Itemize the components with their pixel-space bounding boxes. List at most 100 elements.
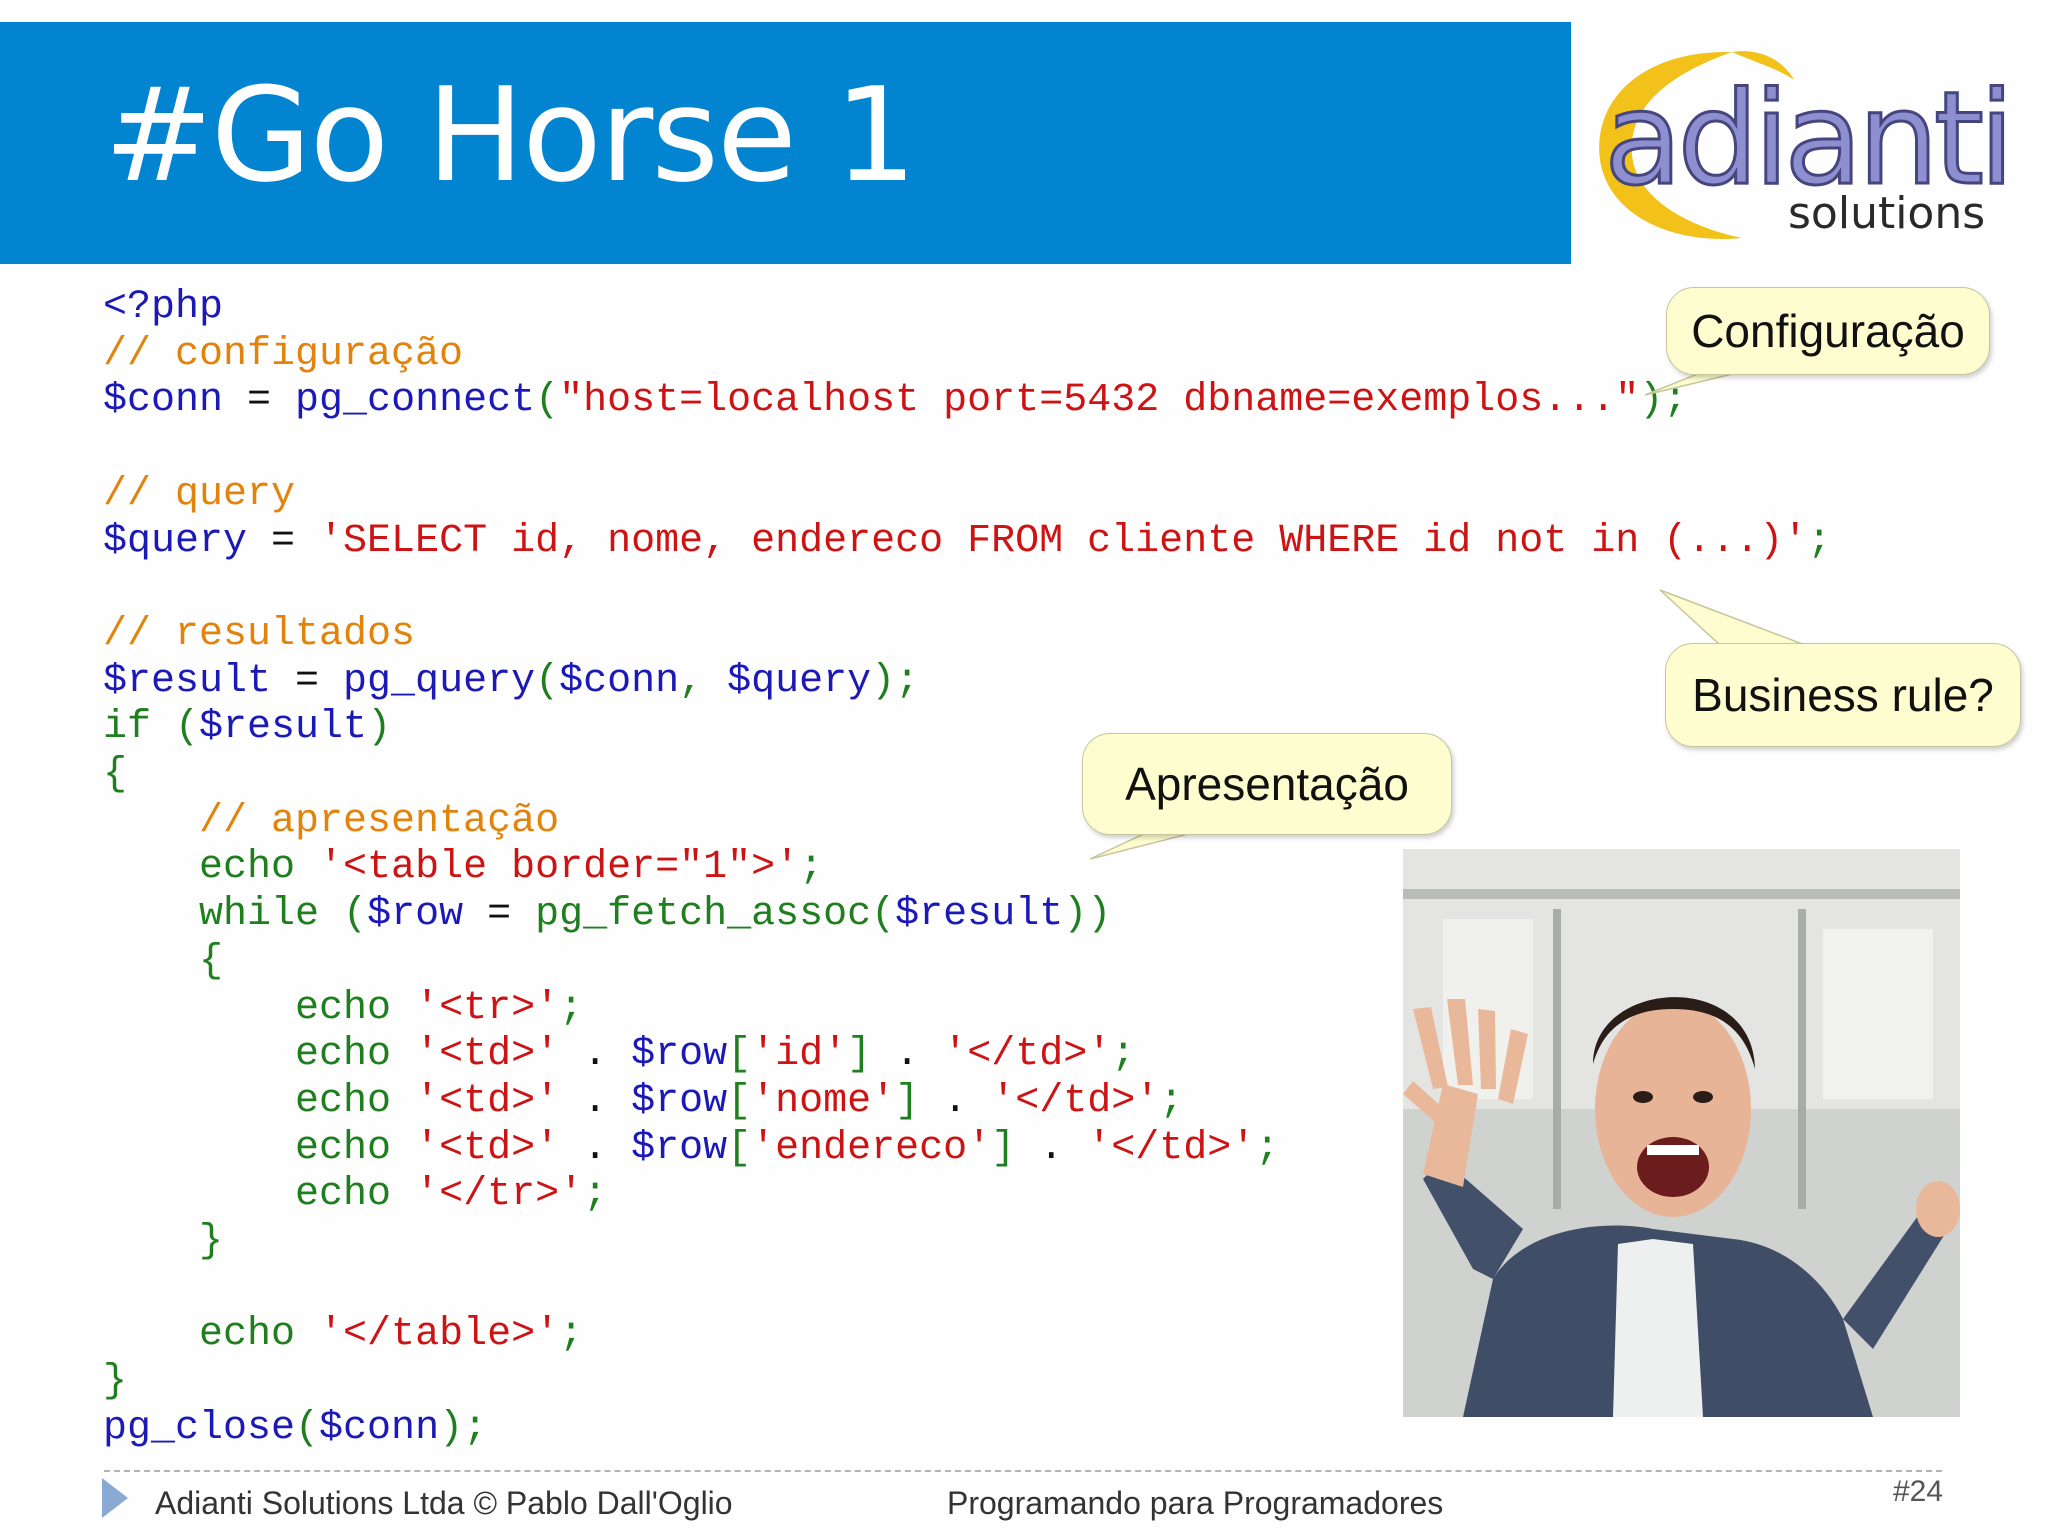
meme-photo	[1403, 849, 1960, 1417]
code-token: =	[271, 658, 344, 704]
code-token: (	[295, 1405, 320, 1451]
slide-title: #Go Horse 1	[104, 59, 917, 211]
code-token: [	[727, 1078, 752, 1124]
code-token: while	[199, 892, 320, 938]
footer-divider	[104, 1470, 1942, 1472]
code-token: 'endereco'	[751, 1125, 992, 1171]
code-token: '</td>'	[943, 1032, 1112, 1078]
code-token: '<td>'	[415, 1032, 560, 1078]
logo-wordmark: adianti	[1603, 65, 2017, 214]
footer-copyright: Adianti Solutions Ltda © Pablo Dall'Ogli…	[155, 1485, 733, 1521]
footer-arrow-icon	[102, 1478, 128, 1518]
code-token: ]	[895, 1078, 920, 1124]
code-token: if	[103, 705, 152, 751]
code-token: .	[919, 1078, 992, 1124]
code-token: '<table border="1">'	[319, 845, 800, 891]
code-token: ;	[1111, 1032, 1136, 1078]
code-token: $query	[103, 518, 248, 564]
code-token: .	[559, 1032, 632, 1078]
code-token: .	[871, 1032, 944, 1078]
code-token: pg_connect	[295, 378, 536, 424]
code-token: ,	[679, 658, 728, 704]
code-comment: // apresentação	[199, 798, 560, 844]
code-token: )	[367, 705, 392, 751]
callout-configuration: Configuração	[1666, 287, 1990, 375]
code-token: [	[727, 1125, 752, 1171]
code-token: $result	[199, 705, 368, 751]
callout-business-rule: Business rule?	[1665, 643, 2021, 747]
code-token: );	[871, 658, 920, 704]
code-comment: // query	[103, 471, 296, 517]
code-token: ]	[991, 1125, 1016, 1171]
page-number: #24	[1893, 1475, 1944, 1508]
code-token: echo	[295, 1032, 392, 1078]
code-token: (	[535, 658, 560, 704]
code-token: =	[247, 518, 320, 564]
code-token: echo	[295, 1172, 392, 1218]
code-comment: // resultados	[103, 611, 416, 657]
code-token: ;	[1159, 1078, 1184, 1124]
footer-course-title: Programando para Programadores	[947, 1485, 1444, 1521]
code-token: ))	[1063, 892, 1112, 938]
code-token: echo	[295, 1078, 392, 1124]
code-token: '<td>'	[415, 1125, 560, 1171]
code-token: $conn	[559, 658, 680, 704]
company-logo: adianti solutions	[1582, 40, 2022, 255]
code-token: '</td>'	[1087, 1125, 1256, 1171]
logo-subtitle: solutions	[1788, 188, 1986, 239]
code-token: (	[535, 378, 560, 424]
code-token: .	[559, 1078, 632, 1124]
code-token: '<tr>'	[415, 985, 560, 1031]
code-token: '<td>'	[415, 1078, 560, 1124]
code-token: ;	[799, 845, 824, 891]
code-token: echo	[199, 1312, 296, 1358]
code-token: {	[103, 752, 128, 798]
code-token: echo	[295, 985, 392, 1031]
code-token: .	[559, 1125, 632, 1171]
code-token: pg_close	[103, 1405, 296, 1451]
code-token: pg_fetch_assoc	[535, 892, 872, 938]
code-token: echo	[199, 845, 296, 891]
code-token: $row	[367, 892, 464, 938]
code-token: =	[463, 892, 536, 938]
code-token: '</td>'	[991, 1078, 1160, 1124]
code-token: }	[103, 1359, 128, 1405]
code-token: $conn	[103, 378, 224, 424]
man-waving-illustration	[1403, 849, 1960, 1417]
code-token: 'id'	[751, 1032, 848, 1078]
code-token: (	[151, 705, 200, 751]
code-token: 'nome'	[751, 1078, 896, 1124]
code-token: );	[439, 1405, 488, 1451]
code-token: pg_query	[343, 658, 536, 704]
code-token: '</table>'	[319, 1312, 560, 1358]
code-token: ;	[1807, 518, 1832, 564]
code-token: $query	[727, 658, 872, 704]
code-token: (	[871, 892, 896, 938]
code-token: "host=localhost port=5432 dbname=exemplo…	[559, 378, 1640, 424]
code-token: ;	[559, 1312, 584, 1358]
code-comment: // configuração	[103, 331, 464, 377]
code-token: {	[199, 938, 224, 984]
code-token: $result	[895, 892, 1064, 938]
code-token: $row	[631, 1032, 728, 1078]
code-token: ;	[1255, 1125, 1280, 1171]
code-token: =	[223, 378, 296, 424]
code-token: );	[1639, 378, 1688, 424]
code-token: }	[199, 1219, 224, 1265]
code-token: echo	[295, 1125, 392, 1171]
code-token: $result	[103, 658, 272, 704]
code-token: '</tr>'	[415, 1172, 584, 1218]
code-token: 'SELECT id, nome, endereco FROM cliente …	[319, 518, 1808, 564]
code-token: [	[727, 1032, 752, 1078]
code-token: ]	[847, 1032, 872, 1078]
code-token: ;	[583, 1172, 608, 1218]
code-token: (	[319, 892, 368, 938]
code-line: <?php	[103, 285, 224, 330]
code-token: $row	[631, 1078, 728, 1124]
